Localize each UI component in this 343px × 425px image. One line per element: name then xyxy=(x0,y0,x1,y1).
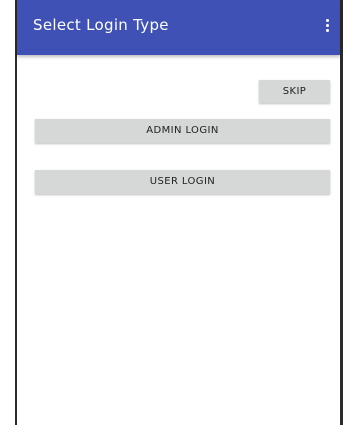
screen: Select Login Type SKIP ADMIN LOGIN USER … xyxy=(0,0,343,425)
app-bar-title: Select Login Type xyxy=(33,16,169,34)
app-bar: Select Login Type xyxy=(17,0,340,55)
more-vertical-icon[interactable] xyxy=(325,19,329,35)
user-login-button[interactable]: USER LOGIN xyxy=(35,170,330,194)
left-border xyxy=(15,0,17,425)
skip-button[interactable]: SKIP xyxy=(259,80,330,103)
admin-login-button[interactable]: ADMIN LOGIN xyxy=(35,119,330,143)
